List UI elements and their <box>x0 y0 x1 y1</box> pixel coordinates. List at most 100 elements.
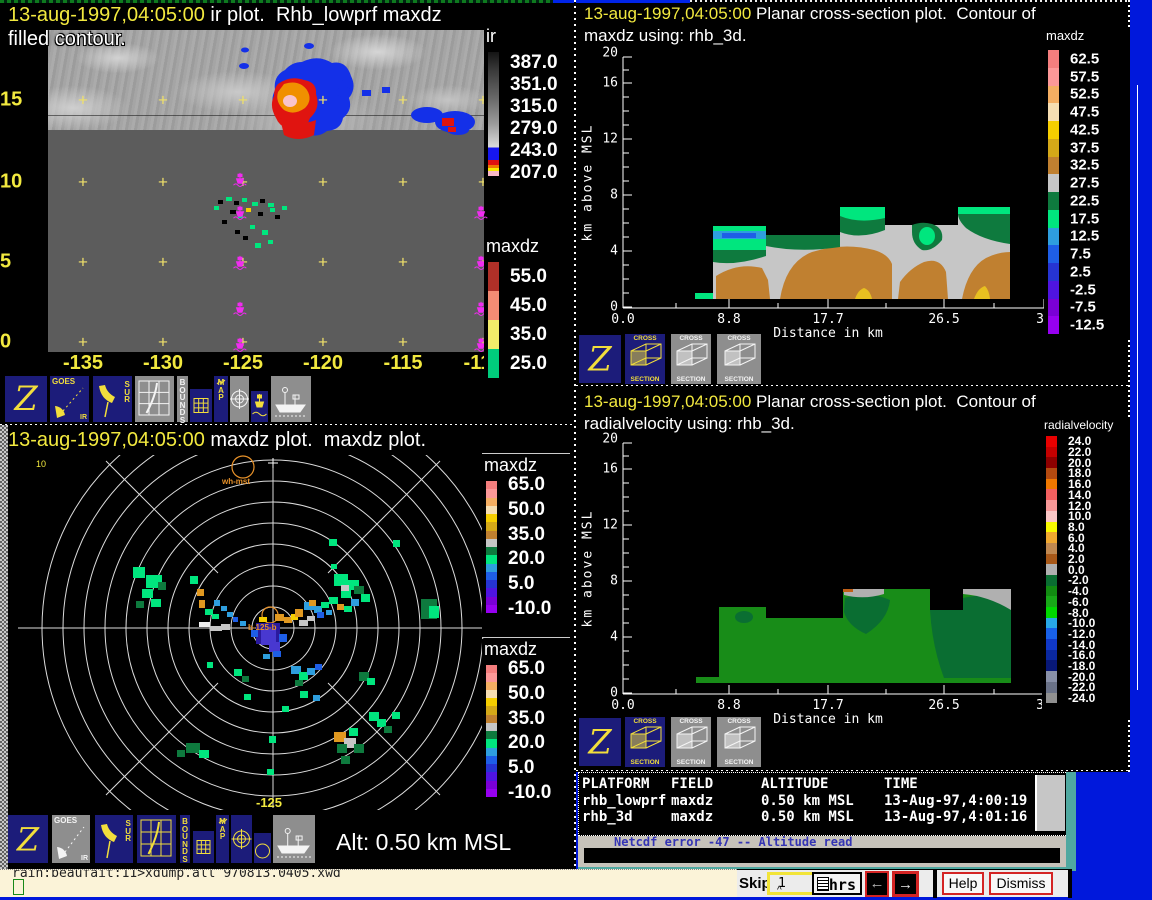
radar-origin-label: b-125-b <box>248 623 276 632</box>
colorbar-value: 20.0 <box>508 548 545 570</box>
toolbar-button-bounds[interactable]: B O U N D S <box>180 815 190 863</box>
data-pixel <box>361 594 370 602</box>
panel-divider-right-2 <box>576 770 1130 771</box>
colorbar-value: 62.5 <box>1070 50 1099 67</box>
toolbar-button-zebra[interactable]: Z <box>579 335 621 383</box>
toolbar-button-zebra[interactable]: Z <box>8 815 48 863</box>
background-message-window: Netcdf error -47 -- Altitude read <box>578 836 1066 867</box>
toolbar-button-xsec[interactable]: CROSSSECTION <box>671 717 711 767</box>
terminal-window[interactable]: rain:beaufait:11>xdump.all 970813.0405.x… <box>0 869 737 897</box>
colorbar-value: 52.5 <box>1070 86 1099 103</box>
status-scrollbar[interactable] <box>1035 775 1065 831</box>
toolbar-button-goes[interactable]: GOESIR <box>52 815 90 863</box>
ir-colorbar: ir 387.0351.0315.0279.0243.0207.0 <box>484 26 574 208</box>
data-pixel <box>354 586 364 594</box>
step-forward-button[interactable]: → <box>892 871 919 897</box>
tick-label: 20 <box>602 46 618 61</box>
buoy-icon <box>251 391 268 422</box>
data-pixel <box>307 616 315 621</box>
data-pixel <box>300 691 308 698</box>
toolbar-button-sur[interactable]: S U R <box>95 815 133 863</box>
data-pixel <box>344 606 352 612</box>
data-pixel <box>341 585 349 591</box>
toolbar-button-ship[interactable] <box>271 376 311 422</box>
colorbar-value: -7.5 <box>1070 299 1096 316</box>
colorbar-value: 12.5 <box>1070 228 1099 245</box>
toolbar-button-map[interactable]: M A P <box>214 376 228 422</box>
data-pixel <box>282 706 289 712</box>
table-header: TIME <box>884 776 918 792</box>
gridsmall-icon <box>193 831 214 863</box>
data-pixel <box>273 651 281 657</box>
hours-menu-button[interactable]: hrs <box>812 872 862 895</box>
data-pixel <box>199 600 205 608</box>
table-cell: 0.50 km MSL <box>761 809 854 825</box>
toolbar-button-xsec[interactable]: CROSSSECTION <box>625 334 665 384</box>
left-arrow-icon: ← <box>870 875 885 892</box>
circle-icon <box>254 833 271 863</box>
colorbar-value: 47.5 <box>1070 104 1099 121</box>
data-pixel <box>279 634 287 642</box>
panel-title: 13-aug-1997,04:05:00 maxdz plot. maxdz p… <box>8 429 426 452</box>
ship-icon <box>271 376 311 422</box>
data-pixel <box>351 599 359 606</box>
colorbar-value: 55.0 <box>510 266 547 288</box>
toolbar-button-zebra[interactable]: Z <box>5 376 47 422</box>
toolbar-button-xsec[interactable]: CROSSSECTION <box>717 334 761 384</box>
help-button[interactable]: Help <box>942 872 984 895</box>
right-arrow-icon: → <box>898 876 913 893</box>
svg-text:Z: Z <box>16 821 40 859</box>
step-back-button[interactable]: ← <box>865 871 889 897</box>
data-pixel <box>199 750 209 758</box>
colorbar-value: 25.0 <box>510 353 547 375</box>
table-header: PLATFORM <box>582 776 649 792</box>
data-pixel <box>267 769 274 775</box>
toolbar-button-sur[interactable]: S U R <box>93 376 132 422</box>
skip-hours-input[interactable] <box>767 872 815 895</box>
tick-label: -130 <box>143 352 183 375</box>
colorbar-value: 17.5 <box>1070 210 1099 227</box>
colorbar-value: 315.0 <box>510 96 558 118</box>
tick-label: 0.0 <box>611 312 634 327</box>
data-pixel <box>331 564 337 569</box>
maxdz-colorbar: maxdz 55.045.035.025.0 <box>484 236 574 396</box>
toolbar-button-goes[interactable]: GOESIR <box>50 376 89 422</box>
ppi-colorbar-2: maxdz 65.050.035.020.05.0-10.0 <box>482 639 574 825</box>
tick-label: 17.7 <box>812 312 843 327</box>
toolbar-button-polar[interactable] <box>231 815 252 863</box>
colorbar-value: -10.0 <box>508 598 551 620</box>
toolbar-button-map[interactable]: M A P <box>216 815 229 863</box>
toolbar-button-zebra[interactable]: Z <box>579 718 621 766</box>
data-pixel <box>158 582 166 590</box>
data-pixel <box>337 604 344 610</box>
data-pixel <box>242 676 249 682</box>
toolbar-button-xsec[interactable]: CROSSSECTION <box>717 717 761 767</box>
toolbar-button-xsec[interactable]: CROSSSECTION <box>625 717 665 767</box>
toolbar-button-buoy[interactable] <box>251 391 268 422</box>
tick-label: 8.8 <box>717 698 740 713</box>
data-pixel <box>392 712 400 719</box>
colorbar-value: 45.0 <box>510 295 547 317</box>
dismiss-button[interactable]: Dismiss <box>989 872 1053 895</box>
colorbar-value: -12.5 <box>1070 317 1104 334</box>
panel-xsection-radialvelocity: 13-aug-1997,04:05:00 Planar cross-sectio… <box>576 386 1130 770</box>
y-axis-title: km above MSL <box>581 489 596 649</box>
toolbar-button-radargrid[interactable] <box>137 815 176 863</box>
toolbar-button-bounds[interactable]: B O U N D S <box>177 376 188 422</box>
data-pixel <box>199 622 210 627</box>
data-pixel <box>313 695 320 701</box>
toolbar-button-circle[interactable] <box>254 833 271 863</box>
toolbar-button-radargrid[interactable] <box>135 376 174 422</box>
toolbar-button-ship[interactable] <box>273 815 315 863</box>
data-pixel <box>190 576 198 584</box>
tick-label: 8 <box>610 188 618 203</box>
zebra-icon: Z <box>5 376 47 422</box>
toolbar-button-gridsmall[interactable] <box>193 831 214 863</box>
toolbar-button-xsec[interactable]: CROSSSECTION <box>671 334 711 384</box>
toolbar-button-gridsmall[interactable] <box>190 389 212 422</box>
satellite-image <box>48 30 484 352</box>
data-pixel <box>234 669 242 676</box>
toolbar-button-polar[interactable] <box>230 376 249 422</box>
y-axis-labels: 201612840 <box>598 0 618 340</box>
data-pixel <box>341 756 350 764</box>
